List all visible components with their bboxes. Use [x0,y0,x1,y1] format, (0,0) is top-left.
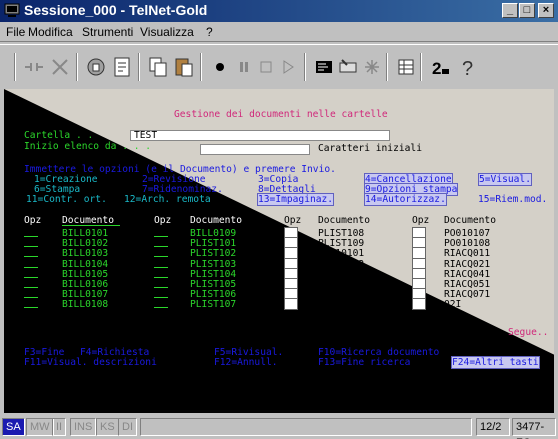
caratteri-label: Caratteri iniziali [318,143,422,154]
status-cursor-position: 12/2 [476,418,510,436]
menu-help[interactable]: ? [206,25,213,39]
toolbar-separator [138,53,140,81]
toolbar: 2 ? [0,44,558,88]
paste-icon[interactable] [172,55,196,79]
connect-icon[interactable] [48,55,72,79]
cartella-value: TEST [134,130,158,141]
status-terminal-type: 3477-FC [512,418,556,439]
opz-input[interactable] [24,269,38,278]
toolbar-separator [304,53,306,81]
two-icon[interactable]: 2 [428,55,452,79]
header-documento-3: Documento [318,215,370,226]
window-title: Sessione_000 - TelNet-Gold [24,2,208,18]
header-documento-4: Documento [444,215,496,226]
svg-text:2: 2 [432,59,441,78]
opz-input[interactable] [24,238,38,248]
option-5: 5=Visual. [478,173,532,186]
inizio-field[interactable] [200,144,310,155]
document-name: 02I [444,299,462,311]
opz-input[interactable] [24,248,38,258]
opz-input[interactable] [24,299,38,309]
opz-input[interactable] [154,259,168,268]
menu-bar: File Modifica Strumenti Visualizza ? [0,22,558,42]
option-14: 14=Autorizzaz. [364,193,447,206]
toolbar-separator [386,53,388,81]
status-spacer [140,418,472,436]
header-opz-3: Opz [284,215,302,226]
opz-input[interactable] [24,228,38,237]
menu-file[interactable]: File [6,25,25,39]
maximize-button[interactable]: □ [519,3,535,18]
menu-visualizza[interactable]: Visualizza [140,25,194,39]
cartella-label: Cartella . . [24,130,94,141]
option-12: 12=Arch. remota [124,194,211,205]
play-icon[interactable] [276,55,300,79]
status-bar: SA MW II INS KS DI 12/2 3477-FC [0,416,558,439]
document-name: BILL0108 [62,299,109,311]
cartella-field[interactable] [130,130,390,141]
opz-input[interactable] [154,299,168,309]
close-button[interactable]: × [538,3,554,18]
menu-modifica[interactable]: Modifica [28,25,73,39]
fkey-f12[interactable]: F12=Annull. [214,357,278,368]
opz-input[interactable] [154,248,168,258]
opz-input[interactable] [154,269,168,278]
keyboard-icon[interactable] [336,55,360,79]
svg-text:?: ? [462,58,473,79]
header-underline [62,225,120,226]
header-opz-4: Opz [412,215,430,226]
inizio-label: Inizio elenco da . . . [24,141,152,152]
help-icon[interactable]: ? [456,55,480,79]
status-sa: SA [2,418,25,436]
option-11: 11=Contr. ort. [26,194,107,205]
fkey-f24[interactable]: F24=Altri tasti [451,356,540,369]
status-di: DI [118,418,137,436]
status-ks: KS [96,418,119,436]
asterisk-icon[interactable] [360,55,384,79]
opz-input[interactable] [24,279,38,288]
status-ii: II [52,418,67,436]
stop-icon[interactable] [254,55,278,79]
header-opz-1: Opz [24,215,42,226]
toolbar-separator [14,53,16,81]
properties-icon[interactable] [110,55,134,79]
opz-input[interactable] [154,228,168,237]
status-ins: INS [70,418,97,436]
grid-icon[interactable] [394,55,418,79]
option-15: 15=Riem.mod. [478,194,548,205]
option-13: 13=Impaginaz. [256,193,335,206]
status-mw: MW [26,418,54,436]
fkey-f11[interactable]: F11=Visual. descrizioni [24,357,157,368]
copy-icon[interactable] [146,55,170,79]
opz-input[interactable] [412,298,426,311]
terminal-screen[interactable]: Gestione dei documenti nelle cartelle Ca… [4,89,554,413]
opz-input[interactable] [154,279,168,288]
minimize-button[interactable]: _ [502,3,518,18]
header-documento-2: Documento [190,215,242,226]
more-indicator: Segue.. [508,327,549,338]
opz-input[interactable] [154,289,168,299]
toolbar-separator [420,53,422,81]
record-icon[interactable] [208,55,232,79]
terminal-app-icon [4,3,20,17]
menu-strumenti[interactable]: Strumenti [82,25,133,39]
opz-input[interactable] [24,289,38,299]
pause-icon[interactable] [232,55,256,79]
lock-icon[interactable] [84,55,108,79]
toolbar-separator [200,53,202,81]
document-name: PO010106 [318,299,365,311]
opz-input[interactable] [24,259,38,268]
header-opz-2: Opz [154,215,172,226]
fkey-f13[interactable]: F13=Fine ricerca [318,357,410,368]
document-name: PLIST107 [190,299,237,311]
toolbar-separator [76,53,78,81]
screen-title: Gestione dei documenti nelle cartelle [174,109,388,120]
disconnect-icon[interactable] [22,55,46,79]
title-bar: Sessione_000 - TelNet-Gold _ □ × [0,0,558,22]
opz-input[interactable] [154,238,168,248]
opz-input[interactable] [284,298,298,311]
display-icon[interactable] [312,55,336,79]
